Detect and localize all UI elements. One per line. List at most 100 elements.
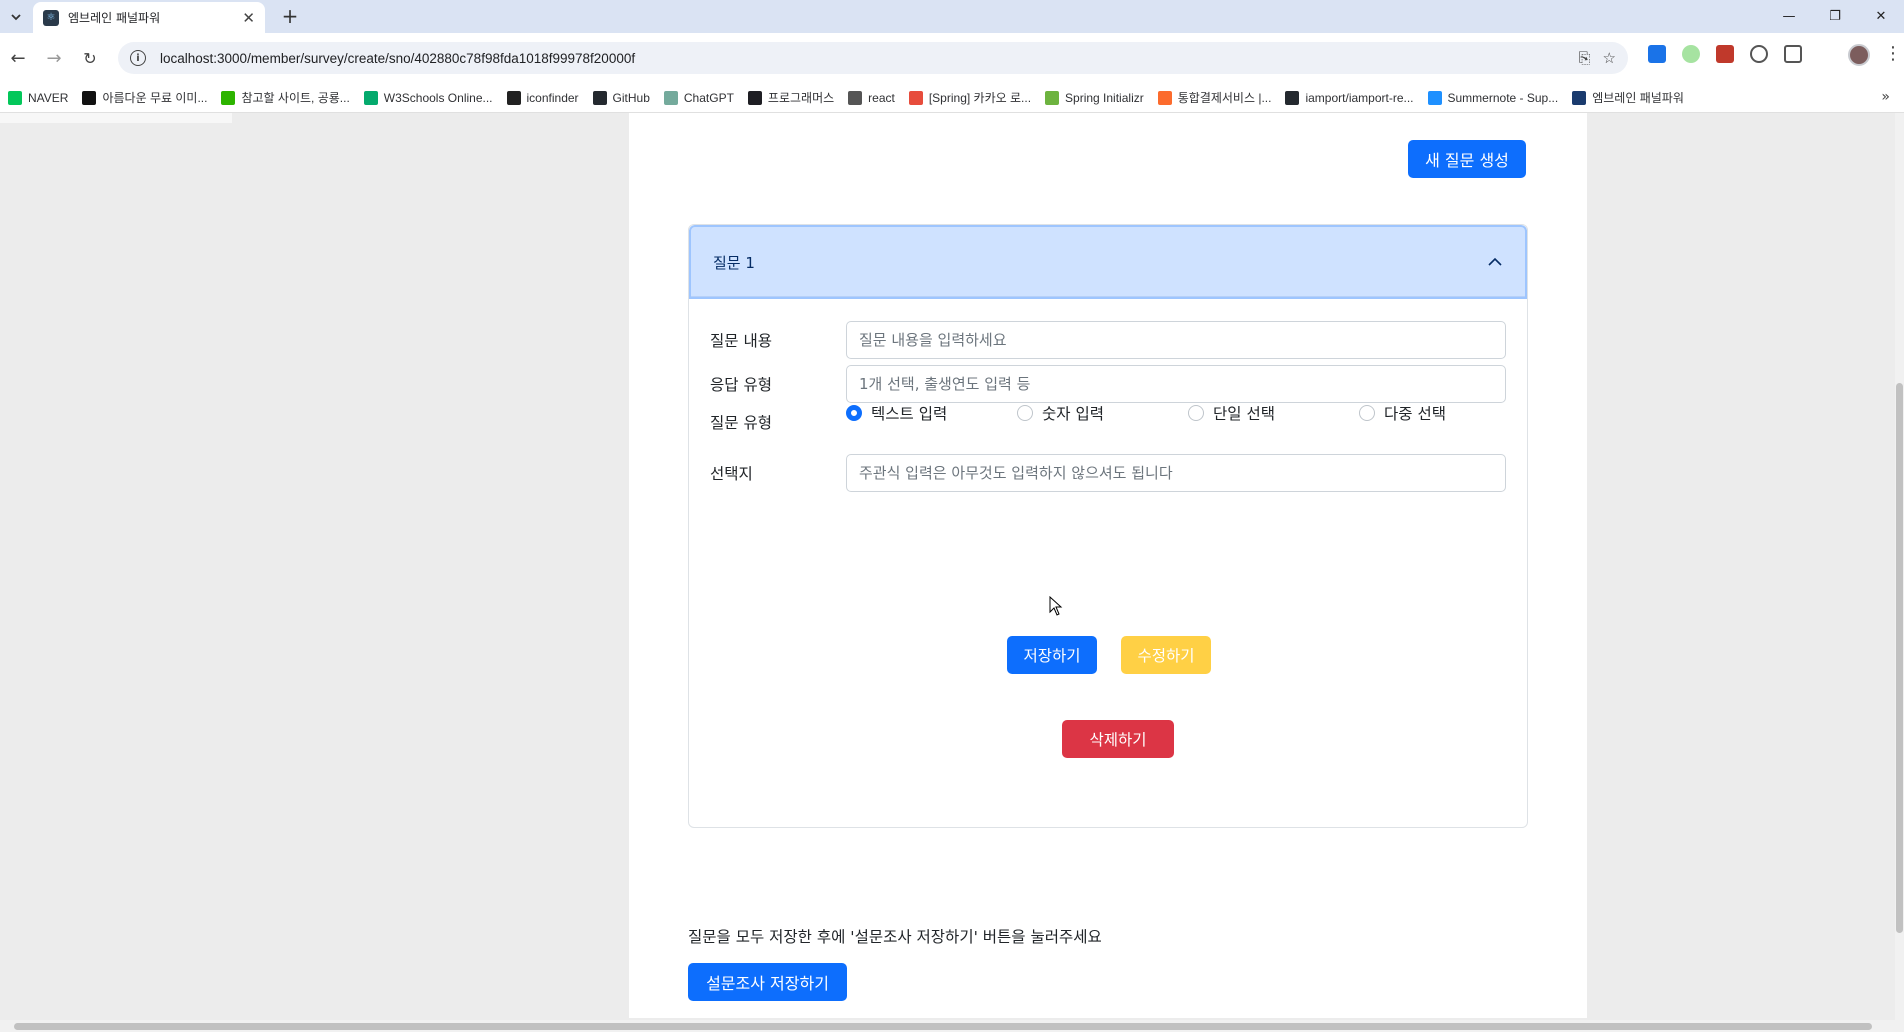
programmers-icon <box>747 90 762 105</box>
question-type-radio-label: 숫자 입력 <box>1042 405 1104 423</box>
forward-icon[interactable]: → <box>42 46 66 70</box>
chevron-up-icon <box>1488 257 1502 266</box>
reload-icon[interactable]: ↻ <box>78 46 102 70</box>
bookmark-label: 아름다운 무료 이미... <box>102 91 208 105</box>
portone-icon <box>1157 90 1172 105</box>
restore-icon[interactable]: ❐ <box>1812 0 1858 33</box>
embrain-icon <box>1572 90 1587 105</box>
answer-type-input[interactable] <box>846 365 1506 403</box>
folder-icon <box>848 90 863 105</box>
bookmark-label: W3Schools Online... <box>383 90 493 105</box>
bookmark-item[interactable]: 프로그래머스 <box>747 89 834 106</box>
answer-type-label: 응답 유형 <box>710 376 772 394</box>
browser-tab[interactable]: ⚛ 엠브레인 패널파워 ✕ <box>33 2 265 33</box>
save-question-button[interactable]: 저장하기 <box>1007 636 1097 674</box>
vertical-scrollbar[interactable] <box>1895 113 1904 1032</box>
bookmark-item[interactable]: 통합결제서비스 |... <box>1157 89 1271 106</box>
question-type-radio[interactable]: 텍스트 입력 <box>846 402 1017 424</box>
left-strip <box>0 113 232 123</box>
site-info-icon[interactable]: i <box>130 50 146 66</box>
chatgpt-icon <box>663 90 678 105</box>
bookmark-item[interactable]: NAVER <box>8 90 69 105</box>
question-type-radio[interactable]: 숫자 입력 <box>1017 402 1188 424</box>
question-type-radio-group: 텍스트 입력 숫자 입력 단일 선택 다중 선택 <box>846 402 1527 424</box>
question-type-row: 질문 유형 텍스트 입력 숫자 입력 단일 선택 다중 선택 <box>710 402 1527 433</box>
iconfinder-icon <box>506 90 521 105</box>
extensions-puzzle-icon[interactable] <box>1784 45 1802 63</box>
spring-icon <box>1045 90 1060 105</box>
browser-menu-icon[interactable]: ⋮ <box>1884 43 1902 64</box>
w3schools-icon <box>363 90 378 105</box>
bookmark-label: [Spring] 카카오 로... <box>928 91 1032 105</box>
window-controls: — ❐ ✕ <box>1766 0 1904 33</box>
bookmark-star-icon[interactable]: ☆ <box>1603 49 1616 67</box>
tab-search-chevron-icon[interactable] <box>4 5 28 29</box>
address-bar[interactable]: i localhost:3000/member/survey/create/sn… <box>118 42 1628 74</box>
radio-unchecked-icon[interactable] <box>1188 405 1204 421</box>
bookmark-label: Summernote - Sup... <box>1447 90 1559 105</box>
close-tab-icon[interactable]: ✕ <box>242 9 255 27</box>
new-question-button[interactable]: 새 질문 생성 <box>1408 140 1526 178</box>
extension-icon[interactable] <box>1750 45 1768 63</box>
bookmark-item[interactable]: iconfinder <box>506 90 579 105</box>
options-label: 선택지 <box>710 465 753 483</box>
bookmark-item[interactable]: ChatGPT <box>663 90 734 105</box>
mouse-cursor-icon <box>1049 596 1063 616</box>
bookmark-item[interactable]: 아름다운 무료 이미... <box>82 89 207 106</box>
naver-icon <box>8 90 22 105</box>
bookmark-label: iconfinder <box>526 90 579 105</box>
browser-tab-bar: ⚛ 엠브레인 패널파워 ✕ + — ❐ ✕ <box>0 0 1904 33</box>
url-text: localhost:3000/member/survey/create/sno/… <box>160 50 636 66</box>
close-window-icon[interactable]: ✕ <box>1858 0 1904 33</box>
bookmark-item[interactable]: iamport/iamport-re... <box>1285 90 1414 105</box>
bookmark-label: ChatGPT <box>683 90 734 105</box>
browser-toolbar: ← → ↻ i localhost:3000/member/survey/cre… <box>0 33 1904 83</box>
bookmark-label: NAVER <box>28 90 69 105</box>
vertical-scroll-thumb[interactable] <box>1896 383 1903 933</box>
horizontal-scrollbar[interactable] <box>0 1020 1904 1032</box>
edit-question-button[interactable]: 수정하기 <box>1121 636 1211 674</box>
save-survey-button[interactable]: 설문조사 저장하기 <box>688 963 847 1001</box>
question-type-radio-label: 다중 선택 <box>1384 405 1446 423</box>
radio-checked-icon[interactable] <box>846 405 862 421</box>
extensions-area <box>1648 45 1802 63</box>
question-accordion-header[interactable]: 질문 1 <box>689 225 1527 299</box>
radio-unchecked-icon[interactable] <box>1017 405 1033 421</box>
bookmark-item[interactable]: GitHub <box>592 90 650 105</box>
bookmark-item[interactable]: react <box>848 90 895 105</box>
delete-question-button[interactable]: 삭제하기 <box>1062 720 1174 758</box>
more-bookmarks-icon[interactable]: » <box>1881 89 1890 105</box>
options-input[interactable] <box>846 454 1506 492</box>
horizontal-scroll-thumb[interactable] <box>14 1023 1872 1030</box>
bookmark-label: 참고할 사이트, 공룡... <box>241 91 350 105</box>
radio-unchecked-icon[interactable] <box>1359 405 1375 421</box>
bookmark-item[interactable]: 참고할 사이트, 공룡... <box>221 89 350 106</box>
extension-icon[interactable] <box>1682 45 1700 63</box>
profile-avatar[interactable] <box>1848 44 1870 66</box>
minimize-icon[interactable]: — <box>1766 0 1812 33</box>
back-icon[interactable]: ← <box>6 46 30 70</box>
github-icon <box>1285 90 1300 105</box>
bookmark-label: Spring Initializr <box>1065 90 1144 105</box>
bookmark-item[interactable]: Spring Initializr <box>1045 90 1144 105</box>
new-tab-icon[interactable]: + <box>278 4 302 28</box>
bookmark-item[interactable]: W3Schools Online... <box>363 90 493 105</box>
question-type-radio[interactable]: 단일 선택 <box>1188 402 1359 424</box>
bookmark-item[interactable]: 엠브레인 패널파워 <box>1572 89 1684 106</box>
bookmark-label: GitHub <box>612 90 650 105</box>
bookmark-label: 엠브레인 패널파워 <box>1592 91 1684 105</box>
question-type-radio[interactable]: 다중 선택 <box>1359 402 1527 424</box>
unsplash-icon <box>82 90 97 105</box>
install-app-icon[interactable]: ⎘ <box>1579 49 1591 67</box>
question-title: 질문 1 <box>713 253 755 272</box>
download-extension-icon[interactable] <box>1648 45 1666 63</box>
question-content-row: 질문 내용 <box>710 321 1506 359</box>
question-content-input[interactable] <box>846 321 1506 359</box>
bookmark-item[interactable]: [Spring] 카카오 로... <box>908 89 1032 106</box>
bookmark-item[interactable]: Summernote - Sup... <box>1427 90 1559 105</box>
extension-icon[interactable] <box>1716 45 1734 63</box>
bookmarks-bar: NAVER 아름다운 무료 이미... 참고할 사이트, 공룡... W3School… <box>0 83 1904 113</box>
question-type-radio-label: 단일 선택 <box>1213 405 1275 423</box>
summernote-icon <box>1427 90 1442 105</box>
page-viewport: 새 질문 생성 질문 1 질문 내용 응답 유형 질문 유형 텍스트 입력 숫자 … <box>0 113 1904 1032</box>
